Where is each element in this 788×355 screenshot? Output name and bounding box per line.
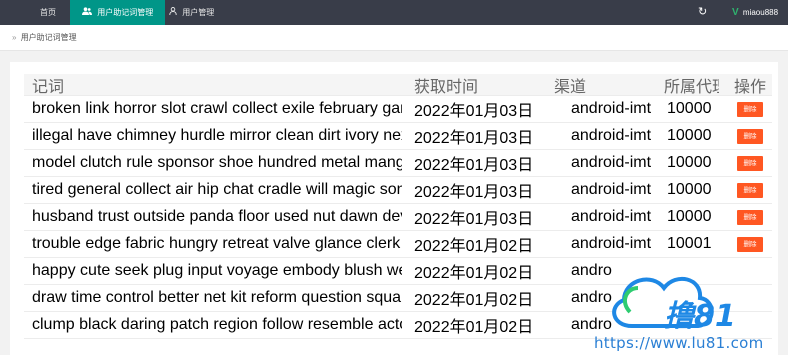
user-logo-icon: V	[732, 7, 739, 18]
fetch-time: 2022年01月03日 13:52:59	[414, 184, 534, 201]
svg-text:撸81: 撸81	[664, 299, 736, 334]
channel: android-imtoken	[571, 127, 651, 144]
fetch-time: 2022年01月03日 17:40:37	[414, 130, 534, 147]
mnemonic-words: clump black daring patch region follow r…	[32, 316, 402, 333]
agent-id: 10000	[667, 181, 712, 198]
breadcrumb-current[interactable]: 用户助记词管理	[21, 33, 77, 42]
delete-button[interactable]: 删除	[737, 128, 763, 144]
fetch-time: 2022年01月03日 17:36:34	[414, 157, 534, 174]
table-row: husband trust outside panda floor used n…	[24, 204, 772, 231]
user-menu[interactable]: V miaou888 ▼	[732, 0, 788, 42]
fetch-time: 2022年01月03日 17:47:14	[414, 103, 534, 120]
agent-id: 10001	[667, 235, 712, 252]
tab-home[interactable]: 首页	[28, 0, 68, 25]
channel: android-imtoken	[571, 154, 651, 171]
tab-user-management-label: 用户管理	[182, 8, 215, 17]
channel: android-imtoken	[571, 100, 651, 117]
fetch-time: 2022年01月03日 13:46:30	[414, 211, 534, 228]
mnemonic-words: husband trust outside panda floor used n…	[32, 208, 402, 225]
fetch-time: 2022年01月02日 01:20:29	[414, 292, 534, 309]
operation-cell: 删除	[730, 231, 770, 257]
channel: android-imtoken	[571, 208, 651, 225]
agent-id: 10000	[667, 208, 712, 225]
channel: android-imtoken	[571, 181, 651, 198]
header-agent: 所属代理	[664, 78, 719, 96]
operation-cell: 删除	[730, 96, 770, 122]
header-words: 记词	[32, 78, 65, 96]
operation-cell: 删除	[730, 123, 770, 149]
username: miaou888	[742, 8, 779, 17]
table-header: 记词 获取时间 渠道 所属代理 操作	[24, 74, 772, 96]
agent-id: 10000	[667, 154, 712, 171]
delete-button[interactable]: 删除	[737, 101, 763, 117]
tab-user-mnemonic-label: 用户助记词管理	[97, 8, 154, 17]
user-icon	[169, 0, 177, 25]
users-icon	[82, 0, 92, 25]
delete-button[interactable]: 删除	[737, 209, 763, 225]
table-row: broken link horror slot crawl collect ex…	[24, 96, 772, 123]
table-row: illegal have chimney hurdle mirror clean…	[24, 123, 772, 150]
delete-button[interactable]: 删除	[737, 236, 763, 252]
operation-cell: 删除	[730, 150, 770, 176]
delete-button[interactable]: 删除	[737, 182, 763, 198]
header-channel: 渠道	[554, 78, 587, 96]
mnemonic-words: happy cute seek plug input voyage embody…	[32, 262, 402, 279]
operation-cell: 删除	[730, 204, 770, 230]
tab-user-management[interactable]: 用户管理	[157, 0, 226, 25]
tab-home-label: 首页	[40, 8, 56, 17]
mnemonic-words: tired general collect air hip chat cradl…	[32, 181, 402, 198]
tab-user-mnemonic[interactable]: 用户助记词管理	[70, 0, 166, 25]
mnemonic-words: broken link horror slot crawl collect ex…	[32, 100, 402, 117]
table-row: tired general collect air hip chat cradl…	[24, 177, 772, 204]
operation-cell: 删除	[730, 177, 770, 203]
mnemonic-words: illegal have chimney hurdle mirror clean…	[32, 127, 402, 144]
agent-id: 10000	[667, 127, 712, 144]
table-row: trouble edge fabric hungry retreat valve…	[24, 231, 772, 258]
delete-button[interactable]: 删除	[737, 155, 763, 171]
mnemonic-words: draw time control better net kit reform …	[32, 289, 402, 306]
mnemonic-words: trouble edge fabric hungry retreat valve…	[32, 235, 402, 252]
header-operation: 操作	[733, 78, 766, 96]
header-time: 获取时间	[414, 78, 479, 96]
fetch-time: 2022年01月02日 01:10:46	[414, 319, 534, 336]
double-chevron-icon: »	[12, 33, 17, 42]
table-row: model clutch rule sponsor shoe hundred m…	[24, 150, 772, 177]
agent-id: 10000	[667, 100, 712, 117]
fetch-time: 2022年01月02日 21:20:24	[414, 238, 534, 255]
refresh-icon[interactable]: ↻	[698, 0, 707, 25]
fetch-time: 2022年01月02日 18:31:52	[414, 265, 534, 282]
top-nav-bar: 首页 用户助记词管理 用户管理 ↻ V miaou888 ▼	[0, 0, 788, 42]
watermark-url: https://www.lu81.com	[594, 334, 764, 352]
mnemonic-words: model clutch rule sponsor shoe hundred m…	[32, 154, 402, 171]
channel: android-imtoken	[571, 235, 651, 252]
breadcrumb: » 用户助记词管理	[0, 25, 788, 51]
